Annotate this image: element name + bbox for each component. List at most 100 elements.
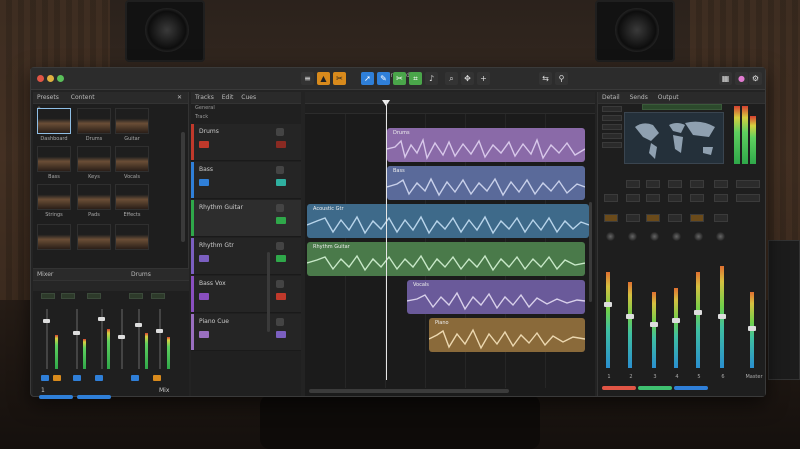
insert-slot[interactable] bbox=[626, 214, 640, 222]
mute-button[interactable] bbox=[153, 375, 161, 381]
track-settings-icon[interactable] bbox=[276, 242, 284, 250]
browser-scrollbar[interactable] bbox=[181, 132, 185, 242]
track-output-button[interactable] bbox=[276, 217, 286, 224]
audio-clip[interactable]: Vocals bbox=[407, 280, 585, 314]
track-settings-icon[interactable] bbox=[276, 280, 284, 288]
split-tool-icon[interactable]: ✂ bbox=[393, 72, 406, 85]
detail-row[interactable] bbox=[602, 106, 622, 112]
grid-view-icon[interactable]: ▦ bbox=[719, 72, 732, 85]
track-output-button[interactable] bbox=[276, 331, 286, 338]
timeline-ruler[interactable] bbox=[305, 92, 595, 104]
channel-fader[interactable] bbox=[694, 310, 702, 315]
insert-slot[interactable] bbox=[129, 293, 143, 299]
input-slot[interactable] bbox=[714, 194, 728, 202]
track-header[interactable]: Drums bbox=[191, 124, 301, 161]
solo-button[interactable] bbox=[95, 375, 103, 381]
arrangement-hscrollbar[interactable] bbox=[309, 389, 509, 393]
solo-button[interactable] bbox=[41, 375, 49, 381]
insert-slot[interactable] bbox=[646, 214, 660, 222]
insert-slot[interactable] bbox=[690, 214, 704, 222]
fader-handle[interactable] bbox=[43, 319, 50, 323]
record-arm-button[interactable] bbox=[199, 293, 209, 300]
insert-slot[interactable] bbox=[668, 214, 682, 222]
tab-cues[interactable]: Cues bbox=[241, 94, 256, 101]
audio-clip[interactable]: Drums bbox=[387, 128, 585, 162]
tab-tracks[interactable]: Tracks bbox=[195, 94, 214, 101]
pointer-tool-icon[interactable]: ➚ bbox=[361, 72, 374, 85]
browser-item[interactable] bbox=[115, 224, 149, 250]
track-name[interactable]: Piano Cue bbox=[199, 318, 229, 325]
insert-slot[interactable] bbox=[61, 293, 75, 299]
browser-item[interactable] bbox=[77, 146, 111, 172]
mini-mixer-mode[interactable]: Mix bbox=[159, 387, 169, 394]
browser-tab-presets[interactable]: Presets bbox=[37, 94, 59, 101]
solo-button[interactable] bbox=[131, 375, 139, 381]
track-output-button[interactable] bbox=[276, 293, 286, 300]
channel-fader[interactable] bbox=[672, 318, 680, 323]
audio-clip[interactable]: Rhythm Guitar bbox=[307, 242, 585, 276]
fader-handle[interactable] bbox=[135, 323, 142, 327]
menu-icon[interactable]: ≡ bbox=[301, 72, 314, 85]
pan-knob[interactable] bbox=[650, 232, 659, 241]
track-output-button[interactable] bbox=[276, 141, 286, 148]
record-arm-button[interactable] bbox=[199, 331, 209, 338]
insert-slot[interactable] bbox=[151, 293, 165, 299]
track-name[interactable]: Rhythm Guitar bbox=[199, 204, 243, 211]
solo-button[interactable] bbox=[73, 375, 81, 381]
tab-detail[interactable]: Detail bbox=[602, 94, 620, 101]
browser-item[interactable] bbox=[115, 146, 149, 172]
zoom-icon[interactable]: ⌕ bbox=[445, 72, 458, 85]
browser-item[interactable] bbox=[77, 108, 111, 134]
browser-item[interactable] bbox=[115, 108, 149, 134]
browser-item[interactable] bbox=[37, 146, 71, 172]
mute-button[interactable] bbox=[53, 375, 61, 381]
browser-tab-content[interactable]: Content bbox=[71, 94, 95, 101]
detail-row[interactable] bbox=[602, 124, 622, 130]
input-slot[interactable] bbox=[626, 194, 640, 202]
browser-item[interactable] bbox=[115, 184, 149, 210]
fader-handle[interactable] bbox=[98, 317, 105, 321]
playhead-line[interactable] bbox=[386, 100, 387, 380]
loop-icon[interactable]: ⇆ bbox=[539, 72, 552, 85]
track-output-button[interactable] bbox=[276, 179, 286, 186]
track-settings-icon[interactable] bbox=[276, 204, 284, 212]
browser-item[interactable] bbox=[37, 108, 71, 134]
audio-clip[interactable]: Bass bbox=[387, 166, 585, 200]
close-panel-icon[interactable]: ✕ bbox=[177, 92, 182, 104]
draw-tool-icon[interactable]: ✎ bbox=[377, 72, 390, 85]
routing-slot[interactable] bbox=[646, 180, 660, 188]
routing-slot[interactable] bbox=[714, 180, 728, 188]
pan-knob[interactable] bbox=[628, 232, 637, 241]
record-arm-button[interactable] bbox=[199, 255, 209, 262]
track-settings-icon[interactable] bbox=[276, 128, 284, 136]
channel-fader[interactable] bbox=[718, 314, 726, 319]
input-slot[interactable] bbox=[668, 194, 682, 202]
pointer-icon[interactable]: ▲ bbox=[317, 72, 330, 85]
insert-slot[interactable] bbox=[714, 214, 728, 222]
routing-slot[interactable] bbox=[668, 180, 682, 188]
track-output-button[interactable] bbox=[276, 255, 286, 262]
settings-icon[interactable]: ⚙ bbox=[749, 72, 762, 85]
track-settings-icon[interactable] bbox=[276, 318, 284, 326]
detail-row[interactable] bbox=[602, 115, 622, 121]
browser-item[interactable] bbox=[37, 184, 71, 210]
track-header[interactable]: Rhythm Guitar bbox=[191, 200, 301, 237]
insert-slot[interactable] bbox=[41, 293, 55, 299]
tab-sends[interactable]: Sends bbox=[630, 94, 648, 101]
track-header[interactable]: Rhythm Gtr bbox=[191, 238, 301, 275]
channel-fader[interactable] bbox=[626, 314, 634, 319]
detail-row[interactable] bbox=[602, 142, 622, 148]
audition-icon[interactable]: ♪ bbox=[425, 72, 438, 85]
track-name[interactable]: Drums bbox=[199, 128, 219, 135]
audio-clip[interactable]: Piano bbox=[429, 318, 585, 352]
metronome-icon[interactable]: ⚲ bbox=[555, 72, 568, 85]
routing-slot[interactable] bbox=[690, 180, 704, 188]
track-header[interactable]: Bass Vox bbox=[191, 276, 301, 313]
cut-icon[interactable]: ✂ bbox=[333, 72, 346, 85]
input-slot[interactable] bbox=[646, 194, 660, 202]
track-header[interactable]: Piano Cue bbox=[191, 314, 301, 351]
master-fader[interactable] bbox=[748, 326, 756, 331]
track-header[interactable]: Bass bbox=[191, 162, 301, 199]
pan-knob[interactable] bbox=[694, 232, 703, 241]
marker-lane[interactable] bbox=[305, 104, 595, 114]
